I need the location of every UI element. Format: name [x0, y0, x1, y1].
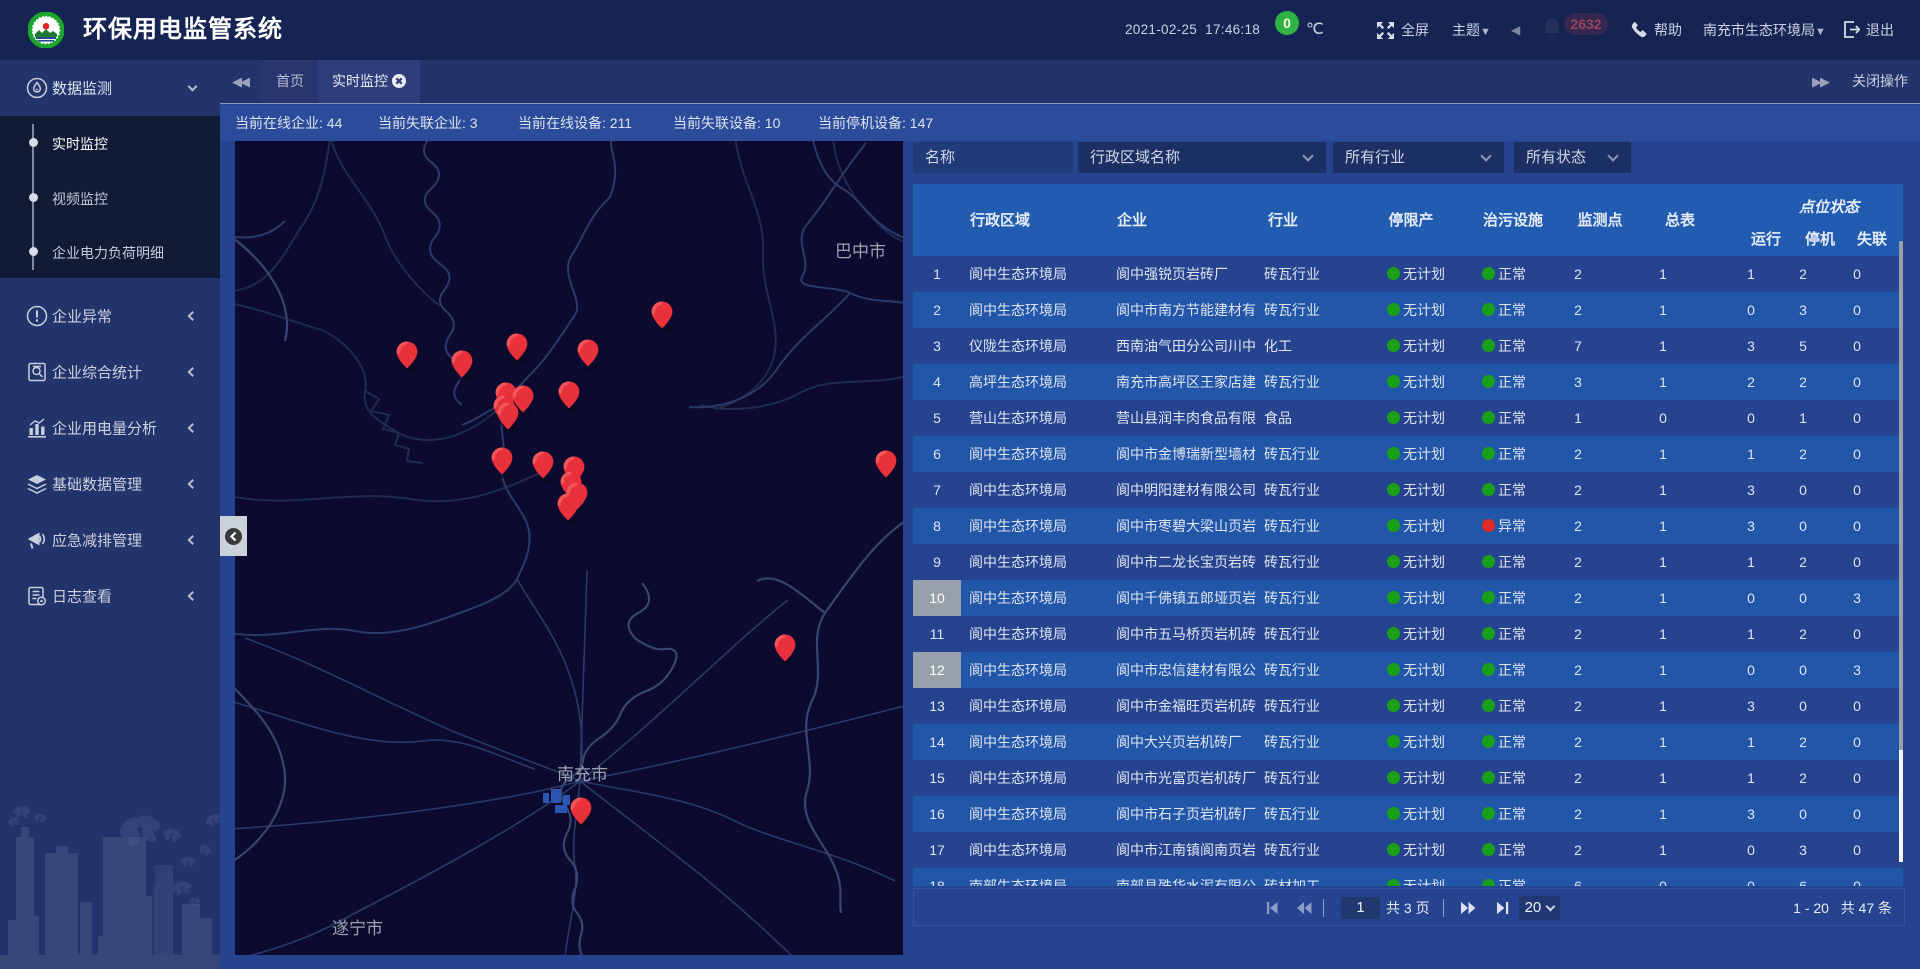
svg-text:遂宁市: 遂宁市: [332, 919, 383, 938]
svg-text:巴中市: 巴中市: [835, 242, 886, 261]
svg-text:南充市: 南充市: [557, 765, 608, 784]
